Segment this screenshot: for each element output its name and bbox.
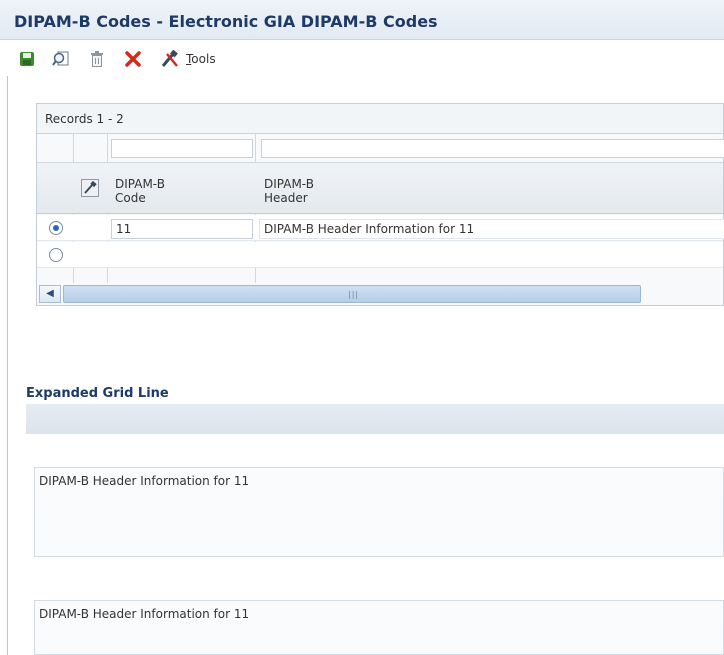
expanded-grid-band: [26, 404, 724, 434]
column-header-header-line1: DIPAM-B: [264, 177, 314, 191]
title-bar: DIPAM-B Codes - Electronic GIA DIPAM-B C…: [0, 0, 724, 40]
column-header-header[interactable]: DIPAM-B Header: [264, 177, 314, 205]
scroll-grip-icon: |||: [348, 290, 360, 299]
cell-header[interactable]: DIPAM-B Header Information for 11: [259, 219, 724, 239]
expanded-field-1-text: DIPAM-B Header Information for 11: [39, 474, 250, 488]
horizontal-scrollbar[interactable]: ◀ |||: [37, 283, 723, 305]
column-header-code-line1: DIPAM-B: [115, 177, 165, 191]
tools-menu[interactable]: Tools: [186, 52, 216, 66]
column-header-header-line2: Header: [264, 191, 308, 205]
qbe-header-input[interactable]: [261, 139, 724, 158]
column-header-code-line2: Code: [115, 191, 146, 205]
column-chooser-icon[interactable]: [81, 179, 99, 197]
records-bar: Records 1 - 2: [37, 104, 723, 134]
cancel-icon[interactable]: [124, 50, 142, 68]
table-row[interactable]: 11 DIPAM-B Header Information for 11: [37, 215, 724, 241]
cell-code[interactable]: 11: [111, 219, 253, 239]
expanded-field-2-text: DIPAM-B Header Information for 11: [39, 607, 250, 621]
delete-icon[interactable]: [88, 50, 106, 68]
query-by-example-row: [37, 134, 724, 163]
find-icon[interactable]: [52, 50, 70, 68]
column-header-code[interactable]: DIPAM-B Code: [115, 177, 165, 205]
records-grid: Records 1 - 2 DIPAM-B Code DIPAM-B Heade…: [36, 103, 724, 306]
tools-label: ools: [191, 52, 216, 66]
left-divider: [7, 76, 8, 655]
expanded-field-1[interactable]: DIPAM-B Header Information for 11: [34, 467, 724, 557]
scroll-thumb[interactable]: |||: [63, 285, 641, 303]
records-count: Records 1 - 2: [45, 112, 124, 126]
toolbar: Tools: [0, 40, 724, 74]
expanded-grid-title: Expanded Grid Line: [26, 386, 169, 401]
tools-icon[interactable]: [160, 50, 182, 68]
page-title: DIPAM-B Codes - Electronic GIA DIPAM-B C…: [14, 12, 438, 31]
qbe-code-input[interactable]: [111, 139, 253, 158]
row-select-radio[interactable]: [49, 221, 63, 235]
scroll-left-arrow-icon[interactable]: ◀: [39, 285, 61, 303]
table-row[interactable]: [37, 242, 723, 268]
column-header-row: DIPAM-B Code DIPAM-B Header: [37, 163, 723, 214]
expanded-field-2[interactable]: DIPAM-B Header Information for 11: [34, 600, 724, 655]
row-select-radio[interactable]: [49, 248, 63, 262]
save-icon[interactable]: [18, 50, 36, 68]
